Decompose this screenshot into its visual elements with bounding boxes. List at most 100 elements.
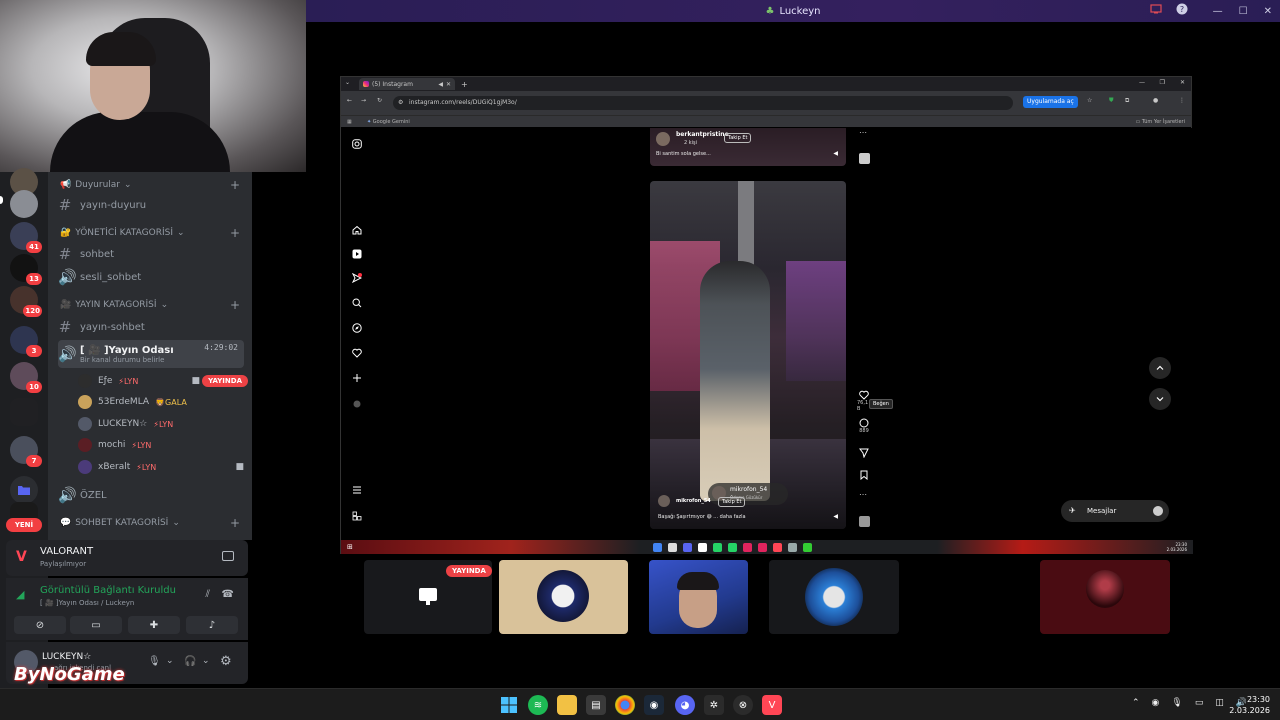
category-sohbet[interactable]: 💬 SOHBET KATAGORİSİ ⌄ +: [60, 516, 240, 530]
menu-icon[interactable]: ⋮: [1179, 97, 1185, 104]
tab-close-icon[interactable]: ✕: [446, 81, 451, 88]
taskbar-clock[interactable]: 23:30 2.03.2026: [1229, 694, 1270, 716]
share-screen-icon[interactable]: [222, 551, 234, 561]
spotify-icon[interactable]: ≋: [528, 695, 548, 715]
tab-list-icon[interactable]: ⌄: [345, 79, 350, 86]
mute-icon[interactable]: ◀: [833, 513, 838, 520]
network-icon[interactable]: ▭: [1195, 698, 1204, 708]
camera-off-button[interactable]: ⊘: [14, 616, 66, 634]
category-yonetici[interactable]: 🔐 YÖNETİCİ KATAGORİSİ ⌄ +: [60, 226, 240, 240]
folder-icon[interactable]: [10, 476, 38, 504]
save-button[interactable]: [857, 470, 871, 480]
minimize-icon[interactable]: —: [1139, 79, 1145, 86]
comment-button[interactable]: 889: [857, 418, 871, 434]
reels-icon[interactable]: [351, 248, 363, 260]
close-icon[interactable]: ✕: [1180, 79, 1185, 86]
next-reel-button[interactable]: [1149, 388, 1171, 410]
profile-icon[interactable]: [351, 398, 363, 410]
profile-icon[interactable]: ●: [1153, 97, 1158, 104]
more-options-icon[interactable]: ⋯: [859, 128, 867, 137]
microphone-icon[interactable]: 🎙: [148, 656, 161, 667]
reel-video[interactable]: mikrofon_54 Ödeme Gözükür mikrofon_54 Ta…: [650, 181, 846, 529]
open-in-app-button[interactable]: Uygulamada aç: [1023, 96, 1078, 108]
display-icon[interactable]: ◫: [1215, 698, 1224, 708]
forward-icon[interactable]: →: [361, 97, 366, 104]
share-button[interactable]: [857, 448, 871, 458]
threads-icon[interactable]: [351, 510, 363, 522]
stream-tile[interactable]: [769, 560, 899, 634]
chevron-down-icon[interactable]: ⌄: [202, 656, 210, 666]
add-channel-icon[interactable]: +: [230, 178, 240, 192]
more-options-icon[interactable]: ⋯: [859, 490, 867, 499]
instagram-logo-icon[interactable]: [351, 138, 363, 150]
voice-channel-yayin-odasi[interactable]: 🔊 [ 🎥 ]Yayın Odası Bir kanal durumu beli…: [58, 340, 244, 368]
voice-channel-ozel[interactable]: 🔊 ÖZEL: [58, 486, 244, 504]
server-icon[interactable]: 41: [10, 222, 42, 253]
all-bookmarks[interactable]: ▭ Tüm Yer İşaretleri: [1136, 119, 1185, 125]
app-icon[interactable]: ⊗: [733, 695, 753, 715]
server-folder[interactable]: 10: [10, 362, 42, 393]
create-icon[interactable]: [351, 372, 363, 384]
valorant-icon[interactable]: V: [762, 695, 782, 715]
store-icon[interactable]: ▤: [586, 695, 606, 715]
disconnect-icon[interactable]: ☎: [222, 589, 234, 600]
category-yayin[interactable]: 🎥 YAYIN KATAGORİSİ ⌄ +: [60, 298, 240, 312]
activities-button[interactable]: ✚: [128, 616, 180, 634]
follow-button[interactable]: Takip Et: [718, 497, 746, 507]
chevron-down-icon[interactable]: ⌄: [166, 656, 174, 666]
channel-sesli-sohbet[interactable]: 🔊 sesli_sohbet: [58, 268, 244, 286]
search-icon[interactable]: [351, 297, 363, 309]
explore-icon[interactable]: [351, 322, 363, 334]
chevron-up-icon[interactable]: ⌃: [1132, 698, 1140, 708]
noise-suppression-icon[interactable]: ⫽: [206, 589, 210, 600]
browser-tab[interactable]: (5) Instagram ◀ ✕: [359, 78, 455, 90]
voice-user[interactable]: 53ErdeMLA 🦁GALA: [78, 395, 248, 409]
home-icon[interactable]: [351, 224, 363, 236]
address-bar[interactable]: ⚙ instagram.com/reels/DUGiQ1gjM3o/: [393, 96, 1013, 110]
audio-thumb[interactable]: [859, 516, 870, 527]
screen-share-icon[interactable]: [1150, 3, 1162, 15]
app-icon[interactable]: ✲: [704, 695, 724, 715]
channel-yayin-sohbet[interactable]: # yayın-sohbet: [58, 318, 244, 336]
voice-user[interactable]: mochi ⚡LYN: [78, 438, 248, 452]
add-channel-icon[interactable]: +: [230, 226, 240, 240]
extension-shield-icon[interactable]: ⛊: [1109, 97, 1114, 105]
maximize-icon[interactable]: ☐: [1239, 6, 1248, 17]
apps-grid-icon[interactable]: ▦: [347, 119, 352, 125]
server-icon[interactable]: 13: [10, 254, 42, 285]
extensions-icon[interactable]: ⧉: [1125, 97, 1129, 105]
reload-icon[interactable]: ↻: [377, 97, 382, 104]
minimize-icon[interactable]: —: [1213, 6, 1223, 17]
voice-user[interactable]: Eƒe ⚡LYN ■ YAYINDA: [78, 374, 248, 388]
messages-button[interactable]: ✈ Mesajlar: [1061, 500, 1169, 522]
mute-icon[interactable]: ◀: [833, 150, 838, 157]
follow-button[interactable]: Takip Et: [724, 133, 752, 143]
new-tab-icon[interactable]: +: [461, 80, 468, 89]
channel-status[interactable]: Bir kanal durumu belirle: [80, 356, 174, 364]
heart-icon[interactable]: [351, 347, 363, 359]
stream-tile[interactable]: [649, 560, 748, 634]
voice-user[interactable]: xBeralt ⚡LYN ■: [78, 460, 248, 474]
audio-icon[interactable]: ◀: [438, 81, 443, 88]
help-icon[interactable]: ?: [1176, 3, 1188, 15]
microphone-icon[interactable]: 🎙: [1171, 698, 1182, 708]
stream-tile[interactable]: [499, 560, 628, 634]
file-explorer-icon[interactable]: [557, 695, 577, 715]
screen-share-button[interactable]: ▭: [70, 616, 122, 634]
server-icon[interactable]: [10, 190, 38, 218]
reel-username[interactable]: berkantpristine: [676, 131, 729, 138]
back-icon[interactable]: ←: [347, 97, 352, 104]
previous-reel-button[interactable]: [1149, 357, 1171, 379]
connection-channel[interactable]: [ 🎥 ]Yayın Odası / Luckeyn: [40, 599, 134, 607]
chrome-icon[interactable]: [615, 695, 635, 715]
bookmark-item[interactable]: ✦ Google Gemini: [367, 119, 410, 125]
bookmark-star-icon[interactable]: ☆: [1087, 97, 1092, 104]
windows-start-icon[interactable]: [499, 695, 519, 715]
reel-username[interactable]: mikrofon_54: [676, 498, 711, 504]
reel-caption[interactable]: Başağı Şaşırtmıyor 😅 ... daha fazla: [658, 514, 746, 520]
site-info-icon[interactable]: ⚙: [398, 96, 403, 110]
close-icon[interactable]: ✕: [1264, 6, 1272, 17]
add-channel-icon[interactable]: +: [230, 516, 240, 530]
more-menu-icon[interactable]: [351, 484, 363, 496]
category-duyurular[interactable]: 📢 Duyurular ⌄ +: [60, 178, 240, 192]
